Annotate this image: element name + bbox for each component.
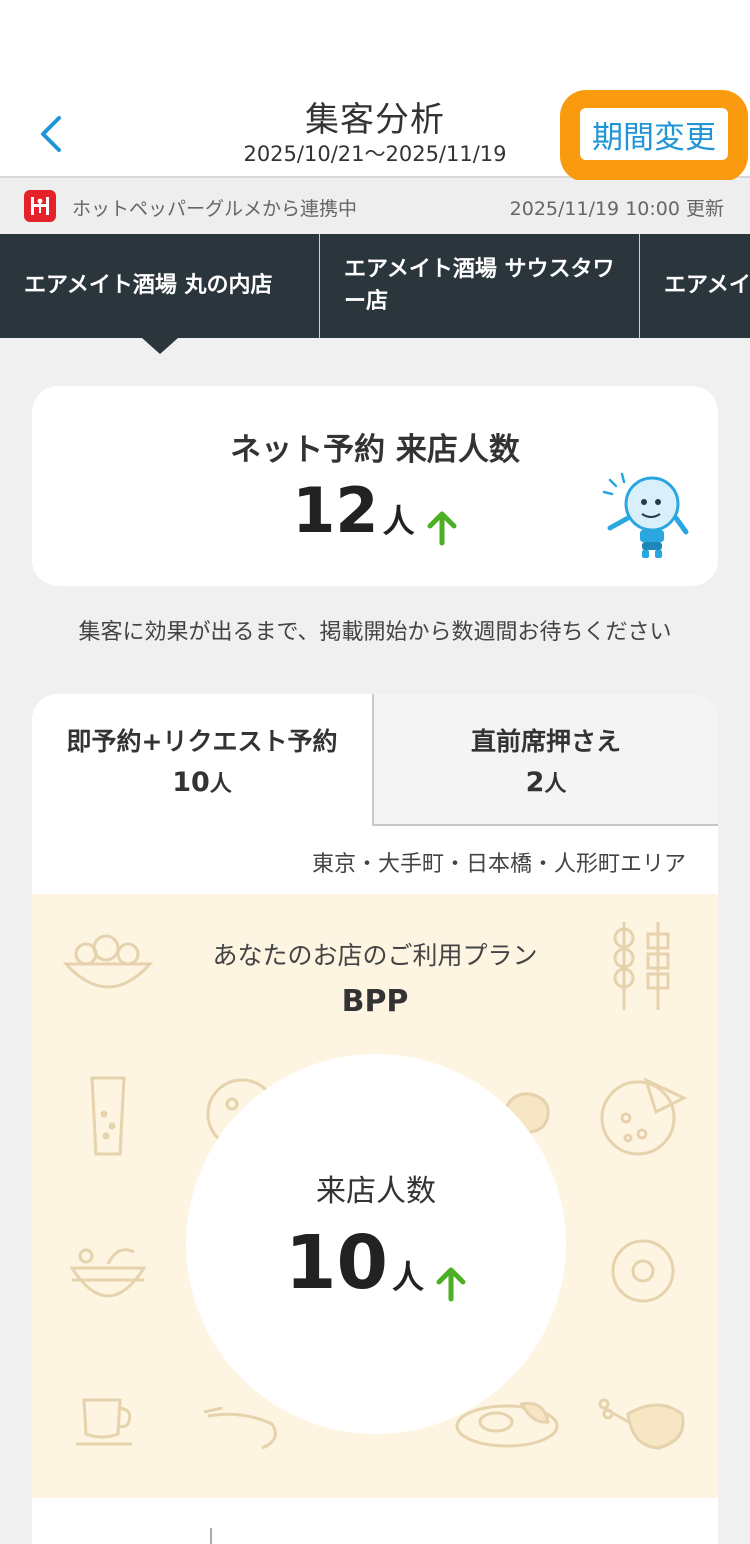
summary-unit: 人: [382, 502, 415, 540]
summary-count: 12: [292, 474, 379, 547]
page-title: 集客分析: [305, 100, 445, 140]
plan-name: BPP: [341, 984, 409, 1019]
visit-count-value: 10 人: [186, 1220, 566, 1306]
donut-icon: [611, 1239, 675, 1303]
visit-count-circle: 来店人数 10 人: [186, 1054, 566, 1434]
chicken-leg-icon: [598, 1398, 685, 1450]
tab-count: 10人: [32, 766, 372, 798]
period-highlight: 期間変更: [560, 90, 748, 182]
rice-bowl-icon: [69, 1248, 147, 1298]
tab-last-minute[interactable]: 直前席押さえ 2人: [374, 694, 718, 826]
tab-label: 即予約+リクエスト予約: [66, 727, 338, 756]
selected-store-pointer: [142, 338, 178, 354]
tab-instant-request[interactable]: 即予約+リクエスト予約 10人: [32, 694, 374, 826]
store-tab-south-tower[interactable]: エアメイト酒場 サウスタワー店: [320, 234, 640, 338]
store-tab-third[interactable]: エアメイ: [640, 234, 750, 338]
plan-label: あなたのお店のご利用プラン: [212, 941, 538, 970]
next-section-peek: [32, 1498, 718, 1544]
beer-glass-icon: [90, 1076, 126, 1156]
sync-status-bar: ホットペッパーグルメから連携中 2025/11/19 10:00 更新: [0, 180, 750, 232]
visit-count-unit: 人: [391, 1258, 424, 1296]
tab-count-value: 10: [172, 767, 210, 798]
store-tabs: エアメイト酒場 丸の内店 エアメイト酒場 サウスタワー店 エアメイ: [0, 234, 750, 338]
chevron-left-icon: [41, 116, 61, 152]
tab-count-unit: 人: [544, 772, 567, 797]
pizza-slice-icon: [600, 1077, 688, 1156]
tab-count: 2人: [374, 766, 718, 798]
fork-knife-icon: [31, 197, 49, 215]
tab-label: 直前席押さえ: [470, 727, 621, 756]
plan-section: あなたのお店のご利用プラン BPP 来店人数 10 人: [32, 894, 718, 1498]
change-period-button[interactable]: 期間変更: [580, 108, 728, 160]
back-button[interactable]: [30, 112, 70, 156]
sync-text: ホットペッパーグルメから連携中: [72, 198, 358, 220]
visit-count-number: 10: [284, 1220, 388, 1306]
tab-count-unit: 人: [209, 772, 232, 797]
date-range: 2025/10/21〜2025/11/19: [243, 142, 507, 166]
reservation-breakdown-card: 即予約+リクエスト予約 10人 直前席押さえ 2人 東京・大手町・日本橋・人形町…: [32, 694, 718, 1544]
mascot-lightbulb-icon: [602, 472, 689, 558]
visit-count-label: 来店人数: [316, 1174, 436, 1209]
info-note: 集客に効果が出るまで、掲載開始から数週間お待ちください: [78, 620, 672, 645]
header-bar: 集客分析 2025/10/21〜2025/11/19 期間変更: [0, 0, 750, 182]
summary-title: ネット予約 来店人数: [230, 432, 520, 468]
shrimp-icon: [203, 1406, 277, 1450]
divider: [210, 1528, 212, 1544]
area-label: 東京・大手町・日本橋・人形町エリア: [311, 852, 686, 877]
hotpepper-logo: [24, 190, 56, 222]
arrow-up-icon: [436, 1267, 466, 1301]
updated-time: 2025/11/19 10:00 更新: [509, 198, 724, 220]
net-reservation-summary-card: ネット予約 来店人数 12 人: [32, 386, 718, 586]
screen: 集客分析 2025/10/21〜2025/11/19 期間変更 ホットペッパーグ…: [0, 0, 750, 1544]
arrow-up-icon: [427, 511, 457, 545]
store-tab-marunouchi[interactable]: エアメイト酒場 丸の内店: [0, 234, 320, 338]
coffee-cup-icon: [76, 1398, 132, 1446]
tab-count-value: 2: [525, 767, 545, 798]
